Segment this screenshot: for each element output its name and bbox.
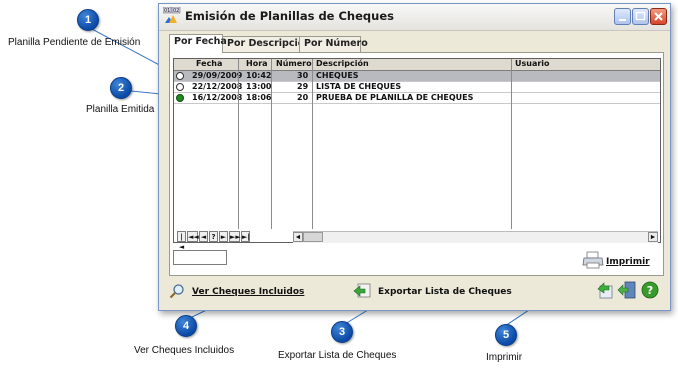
cell-descripcion: LISTA DE CHEQUES xyxy=(316,82,402,91)
nav-last-button[interactable]: ►| xyxy=(241,231,250,242)
callout-label-1: Planilla Pendiente de Emisión xyxy=(8,37,141,48)
title-bar[interactable]: 01 02 Emisión de Planillas de Cheques xyxy=(159,4,670,31)
cell-hora: 13:00 xyxy=(246,82,272,91)
filter-input[interactable] xyxy=(173,250,227,265)
column-header-descripcion[interactable]: Descripción xyxy=(316,59,369,69)
window-title: Emisión de Planillas de Cheques xyxy=(185,9,394,23)
icon-badge-01: 01 xyxy=(164,8,170,14)
tab-por-descripcion[interactable]: Por Descripción xyxy=(222,36,311,52)
close-button[interactable] xyxy=(650,8,667,25)
exportar-button[interactable]: Exportar Lista de Cheques xyxy=(378,287,512,297)
cell-hora: 18:06 xyxy=(246,93,272,102)
callout-label-3: Exportar Lista de Cheques xyxy=(278,350,397,361)
callout-badge-4: 4 xyxy=(175,315,197,337)
close-icon xyxy=(654,12,663,21)
column-divider xyxy=(271,59,272,229)
cell-numero: 20 xyxy=(297,93,309,102)
pending-status-icon xyxy=(176,83,184,91)
pending-status-icon xyxy=(176,72,184,80)
tab-por-fecha[interactable]: Por Fecha xyxy=(169,34,227,53)
callout-badge-1: 1 xyxy=(77,9,99,31)
cell-hora: 10:42 xyxy=(246,71,272,80)
maximize-icon xyxy=(635,11,646,21)
column-divider xyxy=(238,59,239,229)
cheque-sheets-window: 01 02 Emisión de Planillas de Cheques Po… xyxy=(158,3,671,311)
scroll-thumb[interactable] xyxy=(303,232,323,242)
callout-label-2: Planilla Emitida xyxy=(86,104,155,115)
horizontal-scrollbar[interactable]: ◄ ► xyxy=(293,231,658,243)
minimize-icon xyxy=(619,19,626,21)
app-icon: 01 02 xyxy=(163,7,181,23)
printer-icon[interactable] xyxy=(582,251,604,269)
column-header-hora[interactable]: Hora xyxy=(246,59,268,69)
cell-descripcion: CHEQUES xyxy=(316,71,359,80)
imprimir-button[interactable]: Imprimir xyxy=(606,257,650,267)
nav-search-button[interactable]: ? xyxy=(209,231,218,242)
cell-fecha: 29/09/2009 xyxy=(192,71,243,80)
issued-status-icon xyxy=(176,94,184,102)
table-row[interactable]: 16/12/2008 18:06 20 PRUEBA DE PLANILLA D… xyxy=(174,93,660,104)
nav-next-button[interactable]: ► xyxy=(219,231,228,242)
nav-next-page-button[interactable]: ►► xyxy=(229,231,241,242)
refresh-export-icon[interactable] xyxy=(595,280,615,300)
callout-badge-5: 5 xyxy=(495,324,517,346)
exit-door-icon[interactable] xyxy=(617,280,637,300)
cell-fecha: 16/12/2008 xyxy=(192,93,243,102)
callout-label-4: Ver Cheques Incluidos xyxy=(134,345,235,356)
svg-text:?: ? xyxy=(647,284,653,297)
column-header-fecha[interactable]: Fecha xyxy=(196,59,222,69)
minimize-button[interactable] xyxy=(614,8,631,25)
maximize-button[interactable] xyxy=(632,8,649,25)
cell-numero: 29 xyxy=(297,82,309,91)
grid-header: Fecha Hora Número Descripción Usuario xyxy=(174,59,660,71)
table-row[interactable]: 22/12/2008 13:00 29 LISTA DE CHEQUES xyxy=(174,82,660,93)
callout-label-5: Imprimir xyxy=(486,352,523,363)
export-icon[interactable] xyxy=(352,280,372,300)
callout-badge-3: 3 xyxy=(331,321,353,343)
callout-badge-2: 2 xyxy=(110,77,132,99)
cell-fecha: 22/12/2008 xyxy=(192,82,243,91)
cheque-sheets-grid[interactable]: Fecha Hora Número Descripción Usuario 29… xyxy=(173,58,661,251)
icon-badge-02: 02 xyxy=(173,8,179,14)
cell-numero: 30 xyxy=(297,71,309,80)
column-divider xyxy=(312,59,313,229)
column-header-usuario[interactable]: Usuario xyxy=(515,59,550,69)
column-divider xyxy=(511,59,512,229)
ver-cheques-button[interactable]: Ver Cheques Incluidos xyxy=(192,287,304,297)
table-row[interactable]: 29/09/2009 10:42 30 CHEQUES xyxy=(174,71,660,82)
cell-descripcion: PRUEBA DE PLANILLA DE CHEQUES xyxy=(316,93,474,102)
tab-panel: Fecha Hora Número Descripción Usuario 29… xyxy=(169,52,664,276)
scroll-left-icon[interactable]: ◄ xyxy=(293,232,303,242)
column-header-numero[interactable]: Número xyxy=(276,59,312,69)
tab-por-numero[interactable]: Por Número xyxy=(299,36,368,52)
scroll-right-icon[interactable]: ► xyxy=(648,232,658,242)
magnifier-icon[interactable] xyxy=(169,283,185,299)
nav-prev-button[interactable]: ◄ xyxy=(199,231,208,242)
nav-prev-page-button[interactable]: ◄◄ xyxy=(187,231,199,242)
nav-first-button[interactable]: |◄ xyxy=(177,231,186,251)
help-icon[interactable]: ? xyxy=(641,281,659,299)
